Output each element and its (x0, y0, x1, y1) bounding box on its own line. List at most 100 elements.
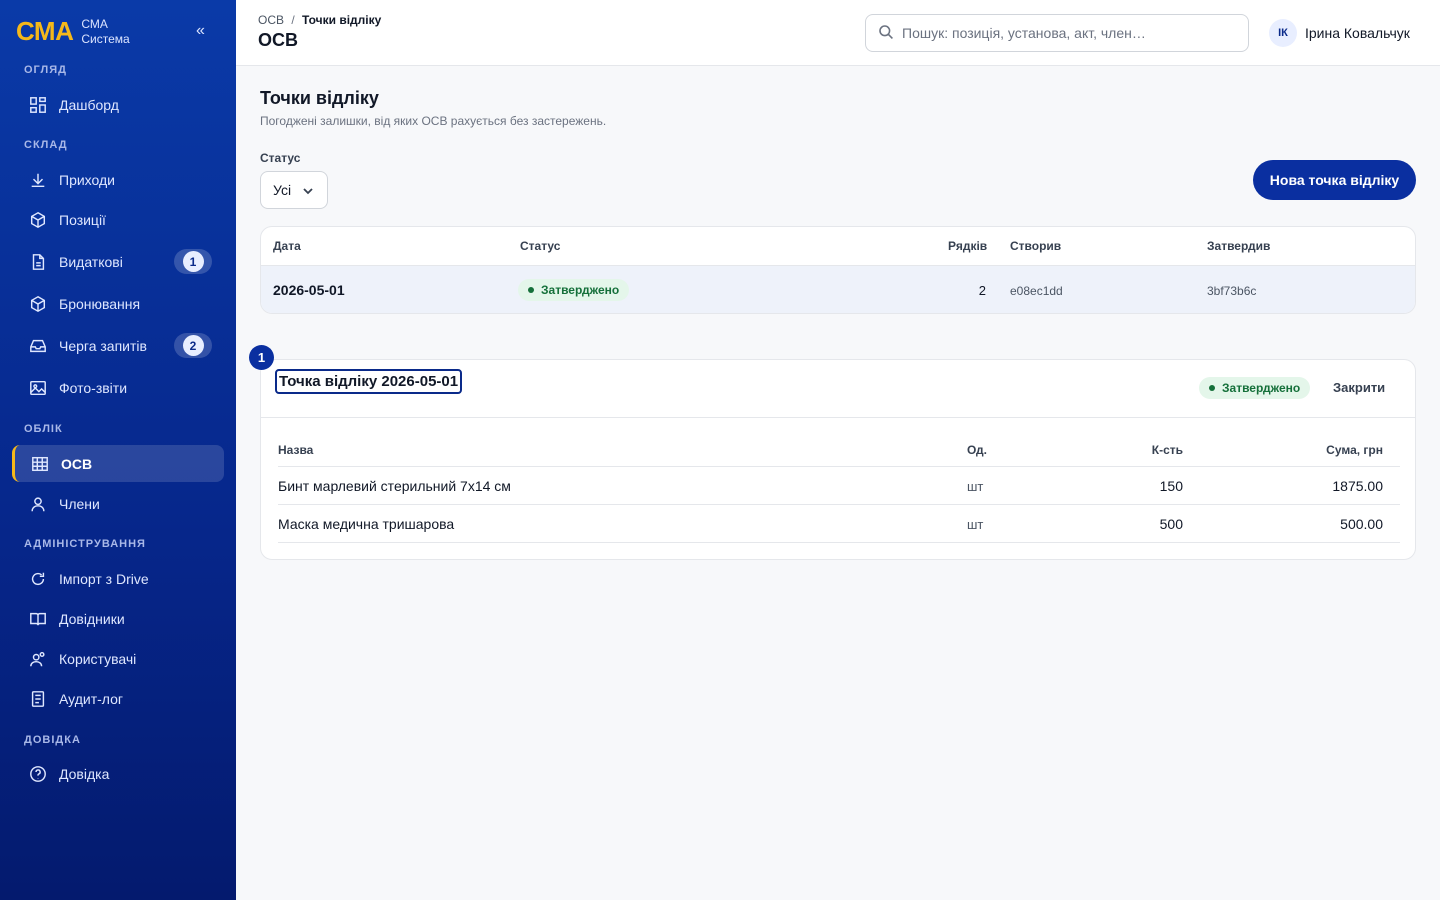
item-quantity: 500 (1159, 516, 1183, 532)
sidebar-item-members[interactable]: Члени (12, 485, 224, 522)
status-filter-label: Статус (260, 151, 301, 165)
sidebar-item-label: Імпорт з Drive (59, 570, 149, 587)
sidebar: СМА СМА Система « ОГЛЯД Дашборд СКЛАД Пр… (0, 0, 236, 900)
status-filter-value: Усі (273, 182, 292, 198)
reference-points-table: Дата Статус Рядків Створив Затвердив 202… (260, 226, 1416, 314)
column-header-sum: Сума, грн (1326, 443, 1383, 457)
detail-header: Точка відліку 2026-05-01 Затверджено Зак… (261, 360, 1415, 418)
sidebar-item-dashboard[interactable]: Дашборд (12, 86, 224, 123)
brand-line-1: СМА (81, 16, 108, 31)
row-created-by: e08ec1dd (1010, 284, 1063, 298)
sidebar-item-drive-import[interactable]: Імпорт з Drive (12, 560, 224, 597)
new-reference-point-button[interactable]: Нова точка відліку (1253, 160, 1416, 200)
detail-title: Точка відліку 2026-05-01 (275, 369, 463, 394)
row-status: Затверджено (518, 279, 630, 301)
column-header-created-by: Створив (1010, 239, 1062, 253)
status-badge: Затверджено (1199, 377, 1311, 399)
column-header-approved-by: Затвердив (1207, 239, 1271, 253)
reference-point-detail: Точка відліку 2026-05-01 Затверджено Зак… (260, 359, 1416, 560)
box-icon (28, 210, 48, 230)
user-icon (28, 494, 48, 514)
sidebar-item-label: Члени (59, 495, 100, 512)
collapse-sidebar-button[interactable]: « (196, 22, 205, 40)
refresh-icon (28, 569, 48, 589)
column-header-unit: Од. (967, 443, 987, 457)
image-icon (28, 378, 48, 398)
section-title-warehouse: СКЛАД (24, 139, 68, 151)
sidebar-item-label: Користувачі (59, 650, 137, 667)
count-badge: 1 (174, 249, 212, 274)
sidebar-item-label: Аудит-лог (59, 690, 123, 707)
row-date: 2026-05-01 (273, 282, 345, 298)
table-divider (278, 542, 1400, 543)
table-icon (30, 454, 50, 474)
users-icon (28, 649, 48, 669)
item-unit: шт (967, 479, 984, 494)
sidebar-item-label: ОСВ (61, 455, 93, 472)
sidebar-item-help[interactable]: Довідка (12, 755, 224, 792)
search-input[interactable] (902, 25, 1232, 41)
column-header-date: Дата (273, 239, 301, 253)
table-divider (278, 504, 1400, 505)
sidebar-item-label: Дашборд (59, 96, 119, 113)
item-name: Бинт марлевий стерильний 7х14 см (278, 478, 511, 494)
content-subtitle: Погоджені залишки, від яких ОСВ рахуєтьс… (260, 114, 607, 128)
search-box[interactable] (865, 14, 1249, 52)
sidebar-item-label: Довідники (59, 610, 125, 627)
sidebar-item-osv[interactable]: ОСВ (12, 445, 224, 482)
detail-status: Затверджено (1199, 377, 1311, 399)
search-icon (878, 24, 894, 43)
sidebar-item-audit-log[interactable]: Аудит-лог (12, 680, 224, 717)
sidebar-item-positions[interactable]: Позиції (12, 201, 224, 238)
status-filter-select[interactable]: Усі (260, 171, 328, 209)
sidebar-item-reservations[interactable]: Бронювання (12, 285, 224, 322)
download-icon (28, 170, 48, 190)
sidebar-item-photo-reports[interactable]: Фото-звіти (12, 369, 224, 406)
status-badge: Затверджено (518, 279, 630, 301)
page-title: ОСВ (258, 30, 298, 50)
sidebar-item-request-queue[interactable]: Черга запитів 2 (12, 327, 224, 364)
sidebar-item-label: Фото-звіти (59, 379, 128, 396)
table-divider (278, 466, 1400, 467)
brand-text: СМА Система (81, 17, 129, 47)
row-approved-by: 3bf73b6c (1207, 284, 1257, 298)
log-icon (28, 689, 48, 709)
sidebar-item-users[interactable]: Користувачі (12, 640, 224, 677)
inbox-icon (28, 336, 48, 356)
user-name: Ірина Ковальчук (1305, 25, 1410, 41)
document-icon (28, 252, 48, 272)
table-row[interactable]: 2026-05-01 Затверджено 2 e08ec1dd 3bf73b… (261, 265, 1415, 313)
avatar: ІК (1269, 19, 1297, 47)
section-title-overview: ОГЛЯД (24, 64, 67, 76)
column-header-quantity: К-сть (1151, 443, 1183, 457)
user-menu[interactable]: ІК Ірина Ковальчук (1269, 19, 1410, 47)
close-button[interactable]: Закрити (1333, 380, 1385, 395)
brand[interactable]: СМА СМА Система (16, 16, 130, 47)
breadcrumb: ОСВ / Точки відліку (258, 13, 381, 27)
sidebar-item-label: Черга запитів (59, 337, 147, 354)
column-header-status: Статус (520, 239, 561, 253)
sidebar-item-expenditures[interactable]: Видаткові 1 (12, 243, 224, 280)
column-header-name: Назва (278, 443, 314, 457)
section-title-accounting: ОБЛІК (24, 423, 63, 435)
sidebar-item-incoming[interactable]: Приходи (12, 161, 224, 198)
sidebar-item-label: Видаткові (59, 253, 123, 270)
book-icon (28, 609, 48, 629)
section-title-admin: АДМІНІСТРУВАННЯ (24, 538, 146, 550)
item-name: Маска медична тришарова (278, 516, 455, 532)
count-badge: 2 (174, 333, 212, 358)
content-title: Точки відліку (260, 88, 379, 108)
item-sum: 500.00 (1340, 516, 1383, 532)
topbar: ОСВ / Точки відліку ОСВ ІК Ірина Ковальч… (236, 0, 1440, 66)
item-sum: 1875.00 (1332, 478, 1383, 494)
sidebar-item-directories[interactable]: Довідники (12, 600, 224, 637)
item-quantity: 150 (1159, 478, 1183, 494)
breadcrumb-current: Точки відліку (302, 13, 382, 27)
sidebar-item-label: Бронювання (59, 295, 141, 312)
sidebar-item-label: Приходи (59, 171, 115, 188)
sidebar-item-label: Позиції (59, 211, 106, 228)
annotation-marker: 1 (249, 345, 274, 370)
breadcrumb-root[interactable]: ОСВ (258, 13, 284, 27)
column-header-rows: Рядків (948, 239, 988, 253)
help-icon (28, 764, 48, 784)
